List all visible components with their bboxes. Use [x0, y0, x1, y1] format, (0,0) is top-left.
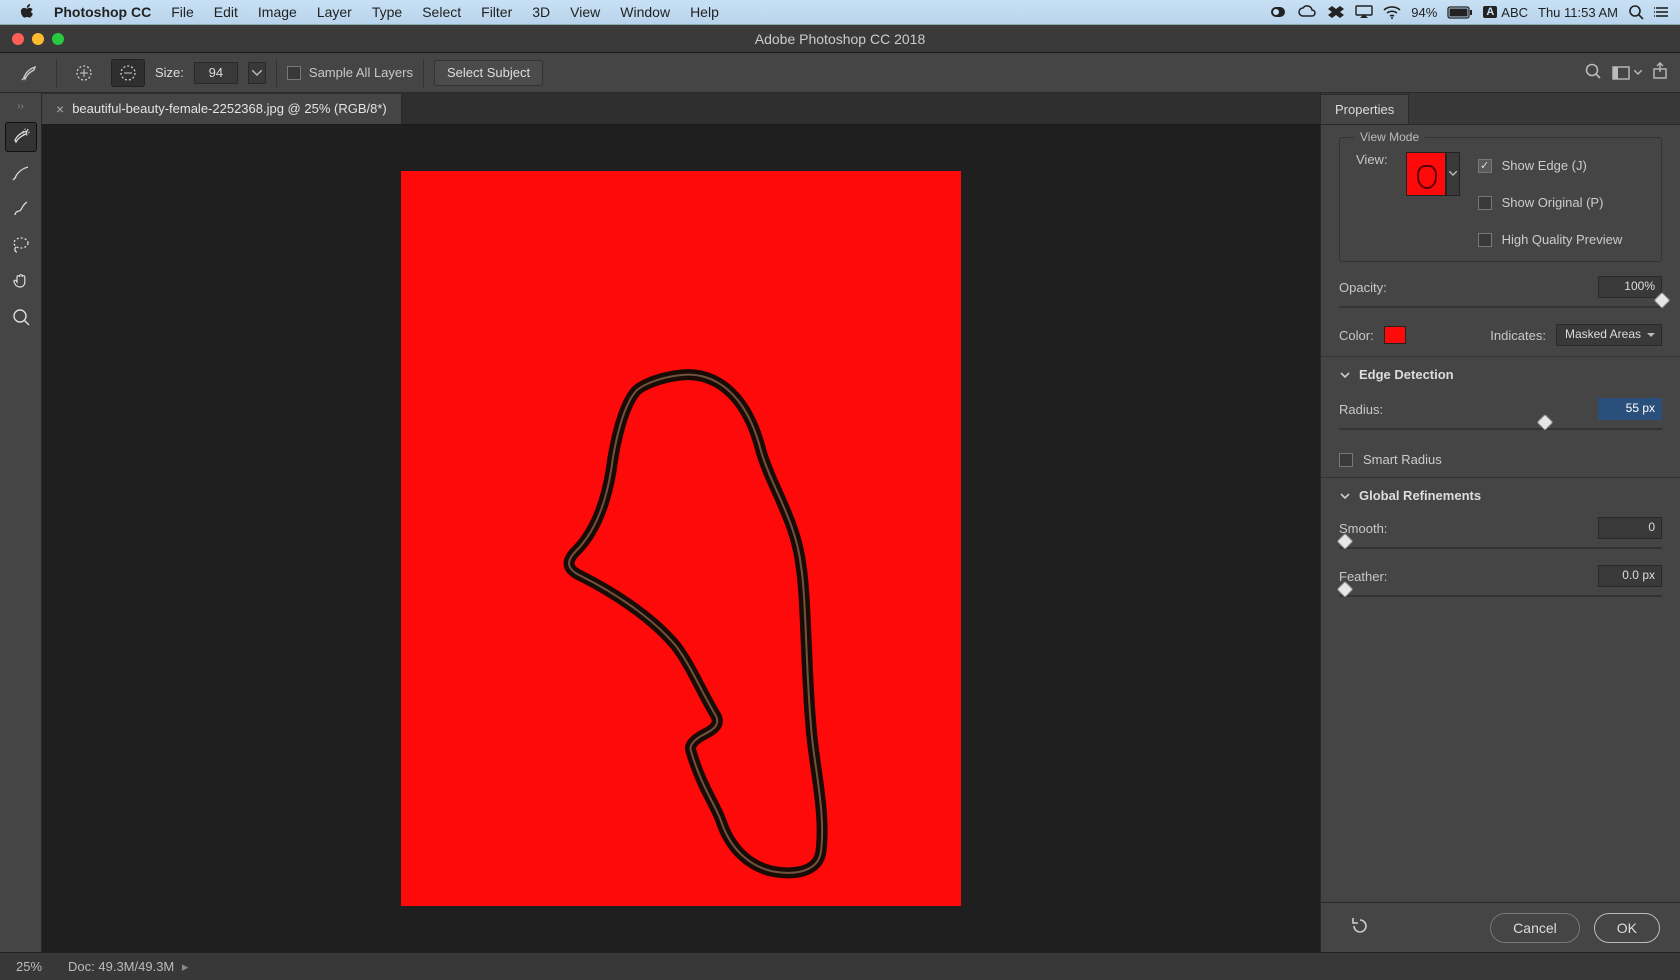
- global-refinements-header[interactable]: Global Refinements: [1339, 488, 1662, 503]
- view-thumbnail[interactable]: [1406, 152, 1446, 196]
- tools-panel: ››: [0, 93, 42, 952]
- screen-mode-icon[interactable]: [1612, 66, 1642, 80]
- chevron-right-icon: ▸: [178, 959, 188, 974]
- tool-quick-selection[interactable]: [5, 122, 37, 152]
- menu-type[interactable]: Type: [362, 4, 412, 20]
- menu-3d[interactable]: 3D: [522, 4, 560, 20]
- brush-size-dropdown[interactable]: [248, 62, 266, 84]
- brush-size-input[interactable]: 94: [194, 62, 238, 84]
- menu-filter[interactable]: Filter: [471, 4, 522, 20]
- opacity-slider[interactable]: [1339, 300, 1662, 314]
- status-zoom[interactable]: 25%: [16, 959, 42, 974]
- high-quality-preview-label: High Quality Preview: [1502, 232, 1623, 247]
- show-original-label: Show Original (P): [1502, 195, 1604, 210]
- smooth-slider[interactable]: [1339, 541, 1662, 555]
- options-bar: Size: 94 Sample All Layers Select Subjec…: [0, 53, 1680, 93]
- creative-cloud-icon[interactable]: [1297, 5, 1317, 19]
- tool-refine-edge-brush[interactable]: [5, 158, 37, 188]
- current-tool-icon[interactable]: [12, 59, 46, 87]
- show-original-checkbox[interactable]: [1478, 196, 1492, 210]
- menu-file[interactable]: File: [161, 4, 204, 20]
- menu-view[interactable]: View: [560, 4, 610, 20]
- ok-button[interactable]: OK: [1594, 913, 1660, 943]
- wifi-icon[interactable]: [1383, 5, 1401, 19]
- feather-slider[interactable]: [1339, 589, 1662, 603]
- feather-value[interactable]: 0.0 px: [1598, 565, 1662, 587]
- brush-subtract-mode-icon[interactable]: [111, 59, 145, 87]
- sample-all-layers-label: Sample All Layers: [309, 65, 413, 80]
- macos-menubar: Photoshop CC File Edit Image Layer Type …: [0, 0, 1680, 25]
- show-edge-checkbox[interactable]: [1478, 159, 1492, 173]
- indicates-label: Indicates:: [1490, 328, 1546, 343]
- tool-zoom[interactable]: [5, 302, 37, 332]
- size-label: Size:: [155, 65, 184, 80]
- reset-icon[interactable]: [1349, 915, 1371, 940]
- canvas[interactable]: [401, 171, 961, 906]
- menubar-app-name[interactable]: Photoshop CC: [44, 4, 161, 20]
- properties-footer: Cancel OK: [1321, 902, 1680, 952]
- menu-edit[interactable]: Edit: [204, 4, 248, 20]
- smart-radius-checkbox[interactable]: [1339, 453, 1353, 467]
- menu-help[interactable]: Help: [680, 4, 729, 20]
- smart-radius-label: Smart Radius: [1363, 452, 1442, 467]
- view-label: View:: [1356, 152, 1388, 167]
- radius-label: Radius:: [1339, 402, 1383, 417]
- edge-detection-header[interactable]: Edge Detection: [1339, 367, 1662, 382]
- brush-add-mode-icon[interactable]: [67, 59, 101, 87]
- sample-all-layers-checkbox[interactable]: [287, 66, 301, 80]
- properties-tab[interactable]: Properties: [1321, 94, 1409, 124]
- color-swatch[interactable]: [1384, 326, 1406, 344]
- indicates-dropdown[interactable]: Masked Areas: [1556, 324, 1662, 346]
- input-source-icon[interactable]: AABC: [1483, 5, 1528, 20]
- view-mode-header: View Mode: [1354, 130, 1425, 144]
- document-tab-label: beautiful-beauty-female-2252368.jpg @ 25…: [72, 101, 387, 116]
- close-tab-icon[interactable]: ×: [56, 101, 64, 117]
- airplay-icon[interactable]: [1355, 5, 1373, 19]
- battery-icon: [1447, 6, 1473, 19]
- smooth-value[interactable]: 0: [1598, 517, 1662, 539]
- tool-brush[interactable]: [5, 194, 37, 224]
- menu-layer[interactable]: Layer: [307, 4, 362, 20]
- view-dropdown[interactable]: [1446, 152, 1460, 196]
- view-mode-section: View Mode View: Show Edge (J) Show Origi…: [1339, 137, 1662, 262]
- document-area: × beautiful-beauty-female-2252368.jpg @ …: [42, 93, 1320, 952]
- menubar-list-icon[interactable]: [1654, 5, 1670, 19]
- document-tab[interactable]: × beautiful-beauty-female-2252368.jpg @ …: [42, 94, 402, 124]
- properties-panel: Properties View Mode View: Show Edge (J)…: [1320, 93, 1680, 952]
- dropbox-icon[interactable]: [1327, 5, 1345, 19]
- menu-select[interactable]: Select: [412, 4, 471, 20]
- menu-window[interactable]: Window: [610, 4, 680, 20]
- document-tab-strip: × beautiful-beauty-female-2252368.jpg @ …: [42, 93, 1320, 125]
- radius-slider[interactable]: [1339, 422, 1662, 436]
- search-icon[interactable]: [1584, 62, 1602, 83]
- color-label: Color:: [1339, 328, 1374, 343]
- menubar-clock[interactable]: Thu 11:53 AM: [1538, 5, 1618, 20]
- chevron-down-icon: [1339, 369, 1351, 381]
- show-edge-label: Show Edge (J): [1502, 158, 1587, 173]
- selection-edge-overlay: [401, 171, 961, 906]
- window-titlebar: Adobe Photoshop CC 2018: [0, 25, 1680, 53]
- opacity-value[interactable]: 100%: [1598, 276, 1662, 298]
- tool-lasso[interactable]: [5, 230, 37, 260]
- status-bar: 25% Doc: 49.3M/49.3M ▸: [0, 952, 1680, 980]
- radius-value[interactable]: 55 px: [1598, 398, 1662, 420]
- chevron-down-icon: [1339, 490, 1351, 502]
- battery-percent: 94%: [1411, 5, 1437, 20]
- apple-menu-icon[interactable]: [10, 4, 44, 20]
- menu-extra-icon[interactable]: [1269, 5, 1287, 19]
- cancel-button[interactable]: Cancel: [1490, 913, 1580, 943]
- opacity-label: Opacity:: [1339, 280, 1387, 295]
- status-doc-info[interactable]: Doc: 49.3M/49.3M ▸: [68, 959, 188, 975]
- panel-expand-icon[interactable]: ››: [0, 101, 41, 112]
- tool-hand[interactable]: [5, 266, 37, 296]
- spotlight-icon[interactable]: [1628, 4, 1644, 20]
- menu-image[interactable]: Image: [248, 4, 307, 20]
- share-icon[interactable]: [1652, 62, 1668, 83]
- window-title: Adobe Photoshop CC 2018: [0, 31, 1680, 47]
- select-subject-button[interactable]: Select Subject: [434, 60, 543, 86]
- high-quality-preview-checkbox[interactable]: [1478, 233, 1492, 247]
